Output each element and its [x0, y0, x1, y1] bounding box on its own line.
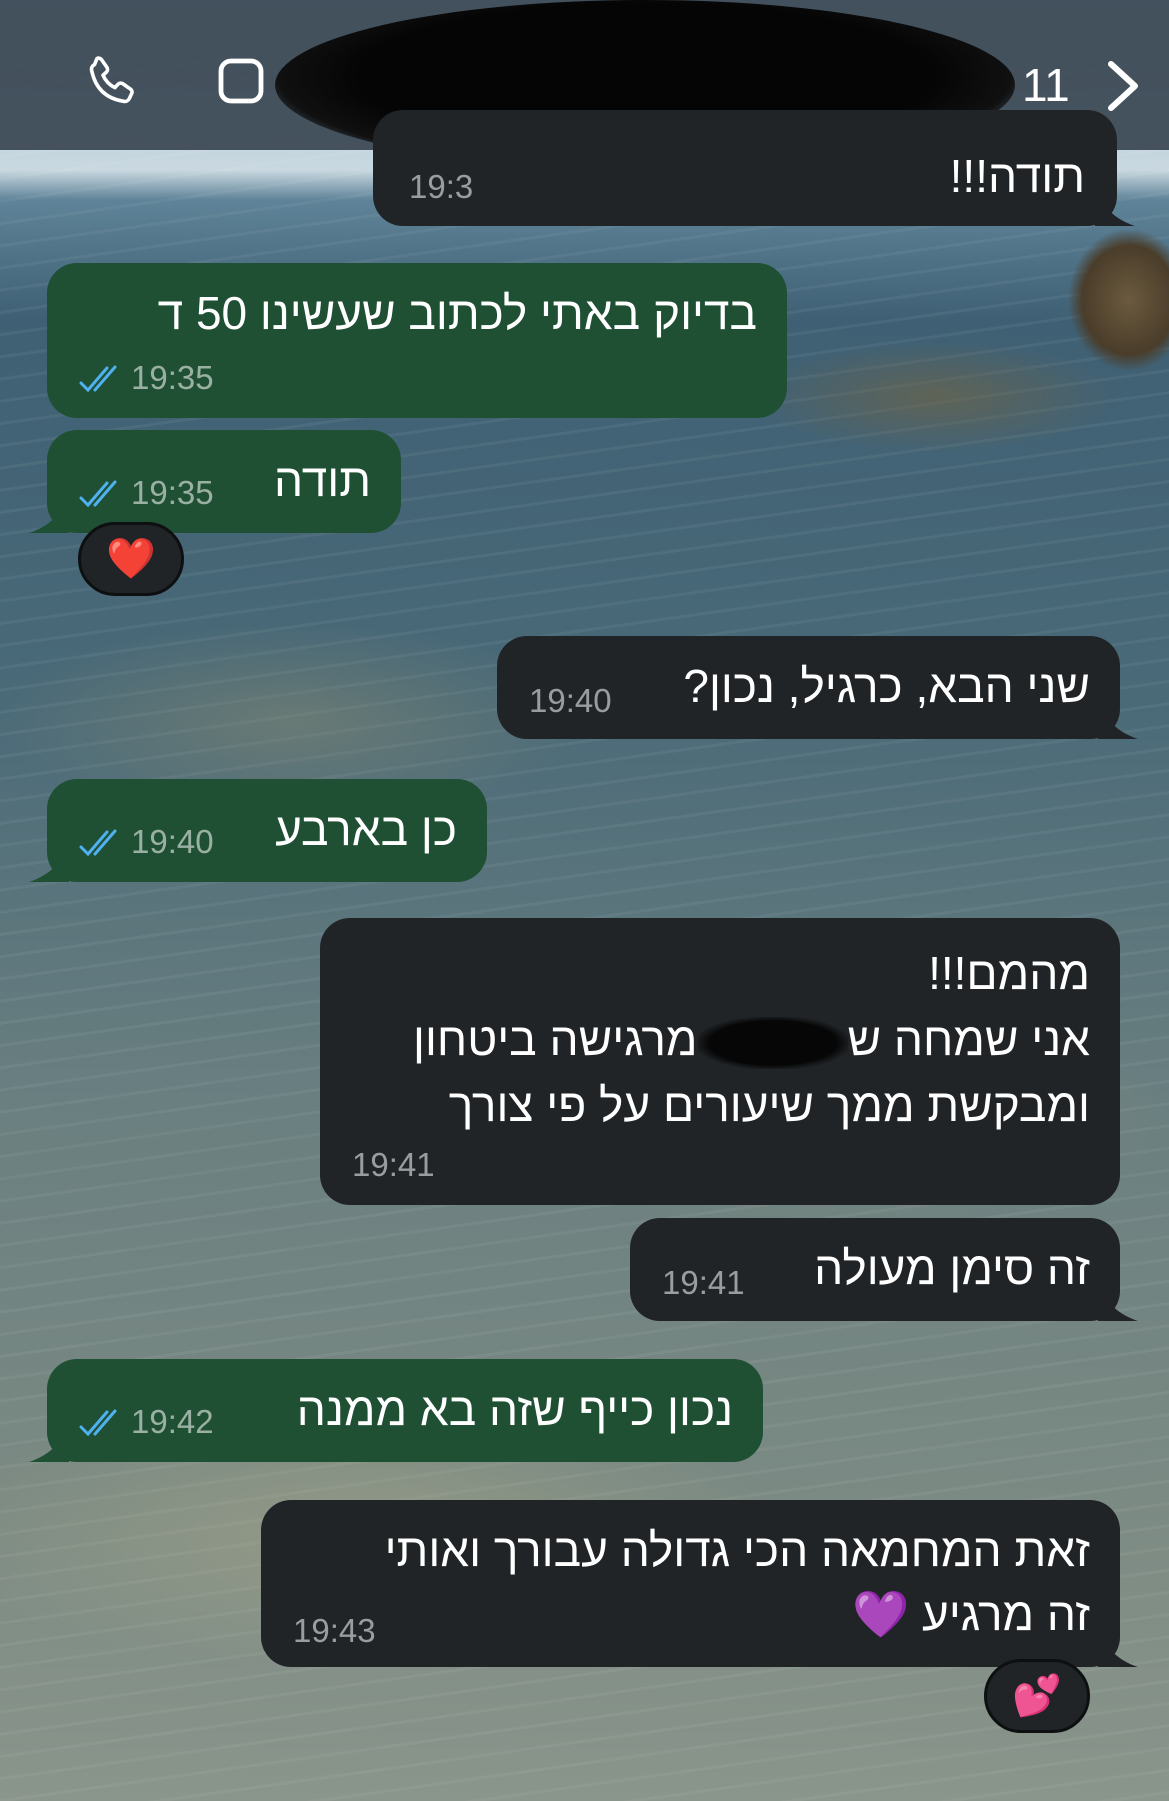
- chevron-right-icon[interactable]: [1105, 58, 1141, 114]
- message-text: מהמם!!! אני שמחה שמרגישה ביטחון ומבקשת מ…: [413, 940, 1090, 1138]
- message-text: כן בארבע: [275, 803, 457, 855]
- message-time: 19:42: [79, 1403, 214, 1441]
- message-line: ומבקשת ממך שיעורים על פי צורך: [448, 1079, 1090, 1131]
- message-bubble-incoming[interactable]: זה סימן מעולה 19:41: [630, 1218, 1138, 1321]
- message-reaction[interactable]: 💕: [984, 1659, 1090, 1733]
- message-bubble-outgoing[interactable]: תודה 19:35: [29, 430, 401, 533]
- message-text: תודה!!!: [949, 150, 1085, 202]
- message-reaction[interactable]: ❤️: [78, 522, 184, 596]
- message-line: אני שמחה שמרגישה ביטחון: [413, 1006, 1090, 1072]
- message-time: 19:41: [352, 1146, 435, 1183]
- phone-icon[interactable]: [80, 52, 142, 114]
- unread-count[interactable]: 11: [1022, 58, 1070, 112]
- bubble-tail: [1098, 1285, 1138, 1321]
- bubble-tail: [1098, 1631, 1138, 1667]
- bubble-tail: [29, 1426, 69, 1462]
- message-bubble-incoming[interactable]: תודה!!! 19:3: [373, 110, 1135, 226]
- read-receipt-icon: [79, 480, 117, 508]
- message-time: 19:41: [662, 1264, 745, 1301]
- message-text: תודה: [273, 454, 371, 506]
- redacted-name: [697, 1016, 848, 1069]
- message-line: זאת המחמאה הכי גדולה עבורך ואותי: [384, 1524, 1090, 1576]
- wallpaper-rock: [1069, 230, 1169, 370]
- message-line: מהמם!!!: [928, 947, 1090, 999]
- message-bubble-outgoing[interactable]: כן בארבע 19:40: [29, 779, 487, 882]
- read-receipt-icon: [79, 1409, 117, 1437]
- message-line: זה מרגיע 💜: [852, 1588, 1090, 1640]
- read-receipt-icon: [79, 365, 117, 393]
- message-text: נכון כייף שזה בא ממנה: [296, 1383, 733, 1435]
- message-time: 19:40: [529, 682, 612, 719]
- bubble-tail: [29, 497, 69, 533]
- message-text: שני הבא, כרגיל, נכון?: [683, 660, 1090, 712]
- message-text: זה סימן מעולה: [814, 1242, 1090, 1294]
- message-text: זאת המחמאה הכי גדולה עבורך ואותי זה מרגי…: [385, 1518, 1090, 1646]
- message-time: 19:35: [79, 474, 214, 512]
- bubble-tail: [29, 846, 69, 882]
- video-camera-icon[interactable]: [218, 55, 278, 107]
- message-bubble-outgoing[interactable]: נכון כייף שזה בא ממנה 19:42: [29, 1359, 763, 1462]
- message-text: בדיוק באתי לכתוב שעשינו 50 ד: [157, 287, 757, 339]
- message-bubble-incoming[interactable]: זאת המחמאה הכי גדולה עבורך ואותי זה מרגי…: [261, 1500, 1138, 1667]
- message-time: 19:40: [79, 823, 214, 861]
- two-hearts-emoji-icon: 💕: [1012, 1674, 1062, 1718]
- message-time: 19:35: [79, 359, 214, 397]
- message-bubble-incoming[interactable]: שני הבא, כרגיל, נכון? 19:40: [497, 636, 1138, 739]
- message-time: 19:43: [293, 1612, 376, 1649]
- message-time: 19:3: [409, 168, 474, 205]
- message-bubble-incoming[interactable]: מהמם!!! אני שמחה שמרגישה ביטחון ומבקשת מ…: [320, 918, 1120, 1205]
- bubble-tail: [1098, 703, 1138, 739]
- bubble-tail: [1095, 190, 1135, 226]
- message-bubble-outgoing[interactable]: בדיוק באתי לכתוב שעשינו 50 ד 19:35: [47, 263, 787, 418]
- heart-emoji-icon: ❤️: [106, 537, 156, 581]
- read-receipt-icon: [79, 829, 117, 857]
